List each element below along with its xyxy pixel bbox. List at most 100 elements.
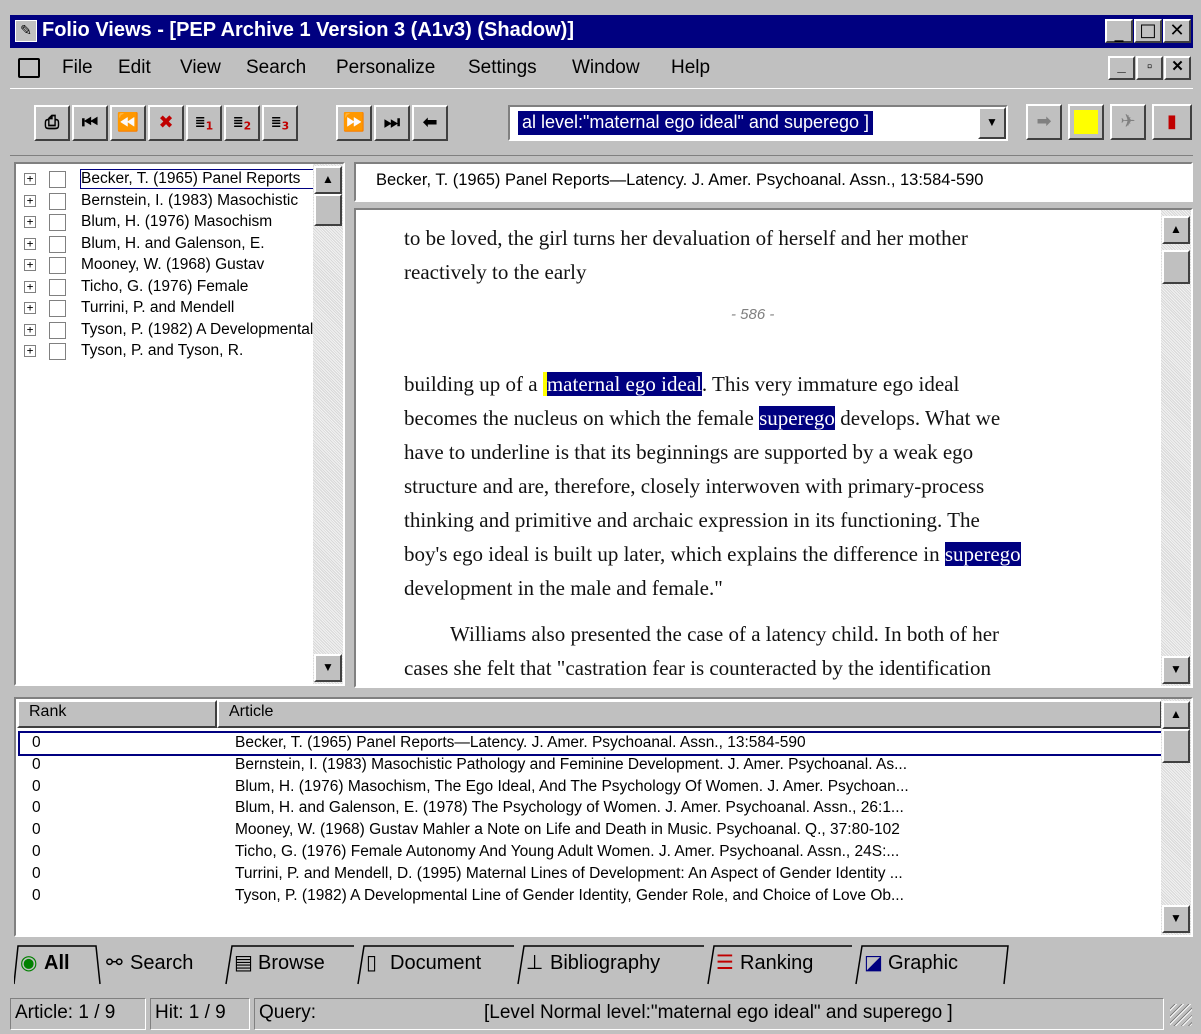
minimize-button[interactable]: _ [1105,19,1133,43]
scroll-down-icon[interactable]: ▼ [1162,905,1190,933]
scroll-up-icon[interactable]: ▲ [314,166,342,194]
menu-edit[interactable]: Edit [118,57,151,79]
maximize-button[interactable]: □ [1134,19,1162,43]
tree-checkbox[interactable] [49,278,66,296]
doc-line: structure and are, therefore, closely in… [404,474,985,498]
table-row[interactable]: 0 Mooney, W. (1968) Gustav Mahler a Note … [20,820,1162,841]
menu-window[interactable]: Window [572,57,640,79]
tree-checkbox[interactable] [49,235,66,253]
tree-checkbox[interactable] [49,192,66,210]
tree-checkbox[interactable] [49,300,66,317]
table-row[interactable]: 0 Ticho, G. (1976) Female Autonomy And Yo… [20,842,1162,863]
resize-grip-icon[interactable] [1170,1004,1192,1026]
article-cell: Tyson, P. (1982) A Developmental Line of… [235,886,904,904]
back-arrow-icon[interactable]: ⬅ [412,105,448,141]
tree-item[interactable]: + Bernstein, I. (1983) Masochistic [24,191,314,212]
query-3-icon[interactable]: ≣3 [262,105,298,141]
next-hit-icon[interactable]: ⏩ [336,105,372,141]
scroll-up-icon[interactable]: ▲ [1162,216,1190,244]
tree-item[interactable]: + Blum, H. (1976) Masochism [24,212,314,233]
tree-item[interactable]: + Tyson, P. and Tyson, R. [24,341,314,362]
last-hit-icon[interactable]: ⏭ [374,105,410,141]
previous-document-icon[interactable]: ⏪ [110,105,146,141]
query-combobox-value[interactable]: al level:"maternal ego ideal" and supere… [518,111,874,135]
status-query: [Level Normal level:"maternal ego ideal"… [484,1002,953,1023]
chevron-down-icon[interactable]: ▼ [978,107,1006,139]
scroll-thumb[interactable] [1162,729,1190,763]
tree-checkbox[interactable] [49,171,66,188]
expand-icon[interactable]: + [24,237,36,250]
search-hit[interactable]: superego [944,542,1021,566]
query-combobox[interactable]: al level:"maternal ego ideal" and supere… [508,105,1008,141]
tree-item-label: Blum, H. (1976) Masochism [81,213,273,230]
expand-icon[interactable]: + [24,259,36,271]
status-article: Article: 1 / 9 [10,998,146,1030]
scroll-thumb[interactable] [314,194,342,226]
page-marker: - 586 - [731,306,775,323]
menu-search[interactable]: Search [246,57,306,79]
sticky-note-icon[interactable] [1068,104,1104,140]
mdi-close-button[interactable]: ✕ [1164,56,1191,80]
expand-icon[interactable]: + [24,323,36,336]
scroll-down-icon[interactable]: ▼ [1162,656,1190,684]
title-bar[interactable]: ✎ Folio Views - [PEP Archive 1 Version 3… [10,15,1193,48]
tree-item[interactable]: + Tyson, P. (1982) A Developmental [24,320,314,341]
rank-cell: 0 [32,821,41,839]
column-header-article[interactable]: Article [217,700,1162,728]
tree-item[interactable]: + Ticho, G. (1976) Female [24,277,314,298]
tree-scrollbar[interactable]: ▲ ▼ [313,164,343,684]
search-hit[interactable]: superego [759,406,835,430]
scroll-down-icon[interactable]: ▼ [314,654,342,682]
table-row[interactable]: 0 Becker, T. (1965) Panel Reports—Latency… [18,731,1164,756]
mdi-restore-button[interactable]: ▫ [1136,56,1163,80]
expand-icon[interactable]: + [24,216,36,228]
scroll-up-icon[interactable]: ▲ [1162,701,1190,729]
tree-item[interactable]: + Becker, T. (1965) Panel Reports [24,169,314,190]
tree-checkbox[interactable] [49,343,66,360]
column-header-rank[interactable]: Rank [17,700,217,728]
table-row[interactable]: 0 Bernstein, I. (1983) Masochistic Pathol… [20,755,1162,776]
expand-icon[interactable]: + [24,194,36,207]
expand-icon[interactable]: + [24,302,36,314]
bookmark-icon[interactable]: ▮ [1152,104,1192,140]
pushpin-icon[interactable]: ✈ [1110,104,1146,140]
results-list: Rank Article 0 Becker, T. (1965) Panel Re… [14,697,1193,937]
query-2-icon[interactable]: ≣2 [224,105,260,141]
scroll-thumb[interactable] [1162,250,1190,284]
app-icon: ✎ [15,20,37,42]
expand-icon[interactable]: + [24,173,36,185]
results-scrollbar[interactable]: ▲ ▼ [1161,699,1191,935]
menu-view[interactable]: View [180,57,221,79]
tree-checkbox[interactable] [49,257,66,274]
table-row[interactable]: 0 Turrini, P. and Mendell, D. (1995) Mate… [20,864,1162,885]
tree-item[interactable]: + Turrini, P. and Mendell [24,298,314,319]
menu-file[interactable]: File [62,57,93,79]
table-row[interactable]: 0 Blum, H. and Galenson, E. (1978) The Ps… [20,798,1162,819]
table-row[interactable]: 0 Blum, H. (1976) Masochism, The Ego Idea… [20,777,1162,798]
menu-personalize[interactable]: Personalize [336,57,435,79]
print-icon[interactable]: ⎙ [34,105,70,141]
document-scrollbar[interactable]: ▲ ▼ [1161,210,1191,686]
tree-item-label: Mooney, W. (1968) Gustav [81,256,265,273]
search-hit[interactable]: maternal ego ideal [542,372,702,396]
close-button[interactable]: ✕ [1163,19,1191,43]
mdi-minimize-button[interactable]: _ [1108,56,1135,80]
tree-item-label: Tyson, P. (1982) A Developmental [81,320,314,338]
tree-item-label: Tyson, P. and Tyson, R. [81,342,244,359]
tree-item[interactable]: + Mooney, W. (1968) Gustav [24,255,314,276]
tree-checkbox[interactable] [49,321,66,339]
doc-line: cases she felt that "castration fear is … [404,656,991,680]
doc-line: development in the male and female." [404,576,723,600]
menu-settings[interactable]: Settings [468,57,537,79]
expand-icon[interactable]: + [24,280,36,293]
first-record-icon[interactable]: ⏮ [72,105,108,141]
forward-arrow-icon[interactable]: ➡ [1026,104,1062,140]
table-row[interactable]: 0 Tyson, P. (1982) A Developmental Line o… [20,886,1162,907]
query-1-icon[interactable]: ≣1 [186,105,222,141]
menu-help[interactable]: Help [671,57,710,79]
clear-query-icon[interactable]: ✖ [148,105,184,141]
tree-checkbox[interactable] [49,214,66,231]
tree-item[interactable]: + Blum, H. and Galenson, E. [24,234,314,255]
expand-icon[interactable]: + [24,345,36,357]
doc-line: have to underline is that its beginnings… [404,440,974,464]
